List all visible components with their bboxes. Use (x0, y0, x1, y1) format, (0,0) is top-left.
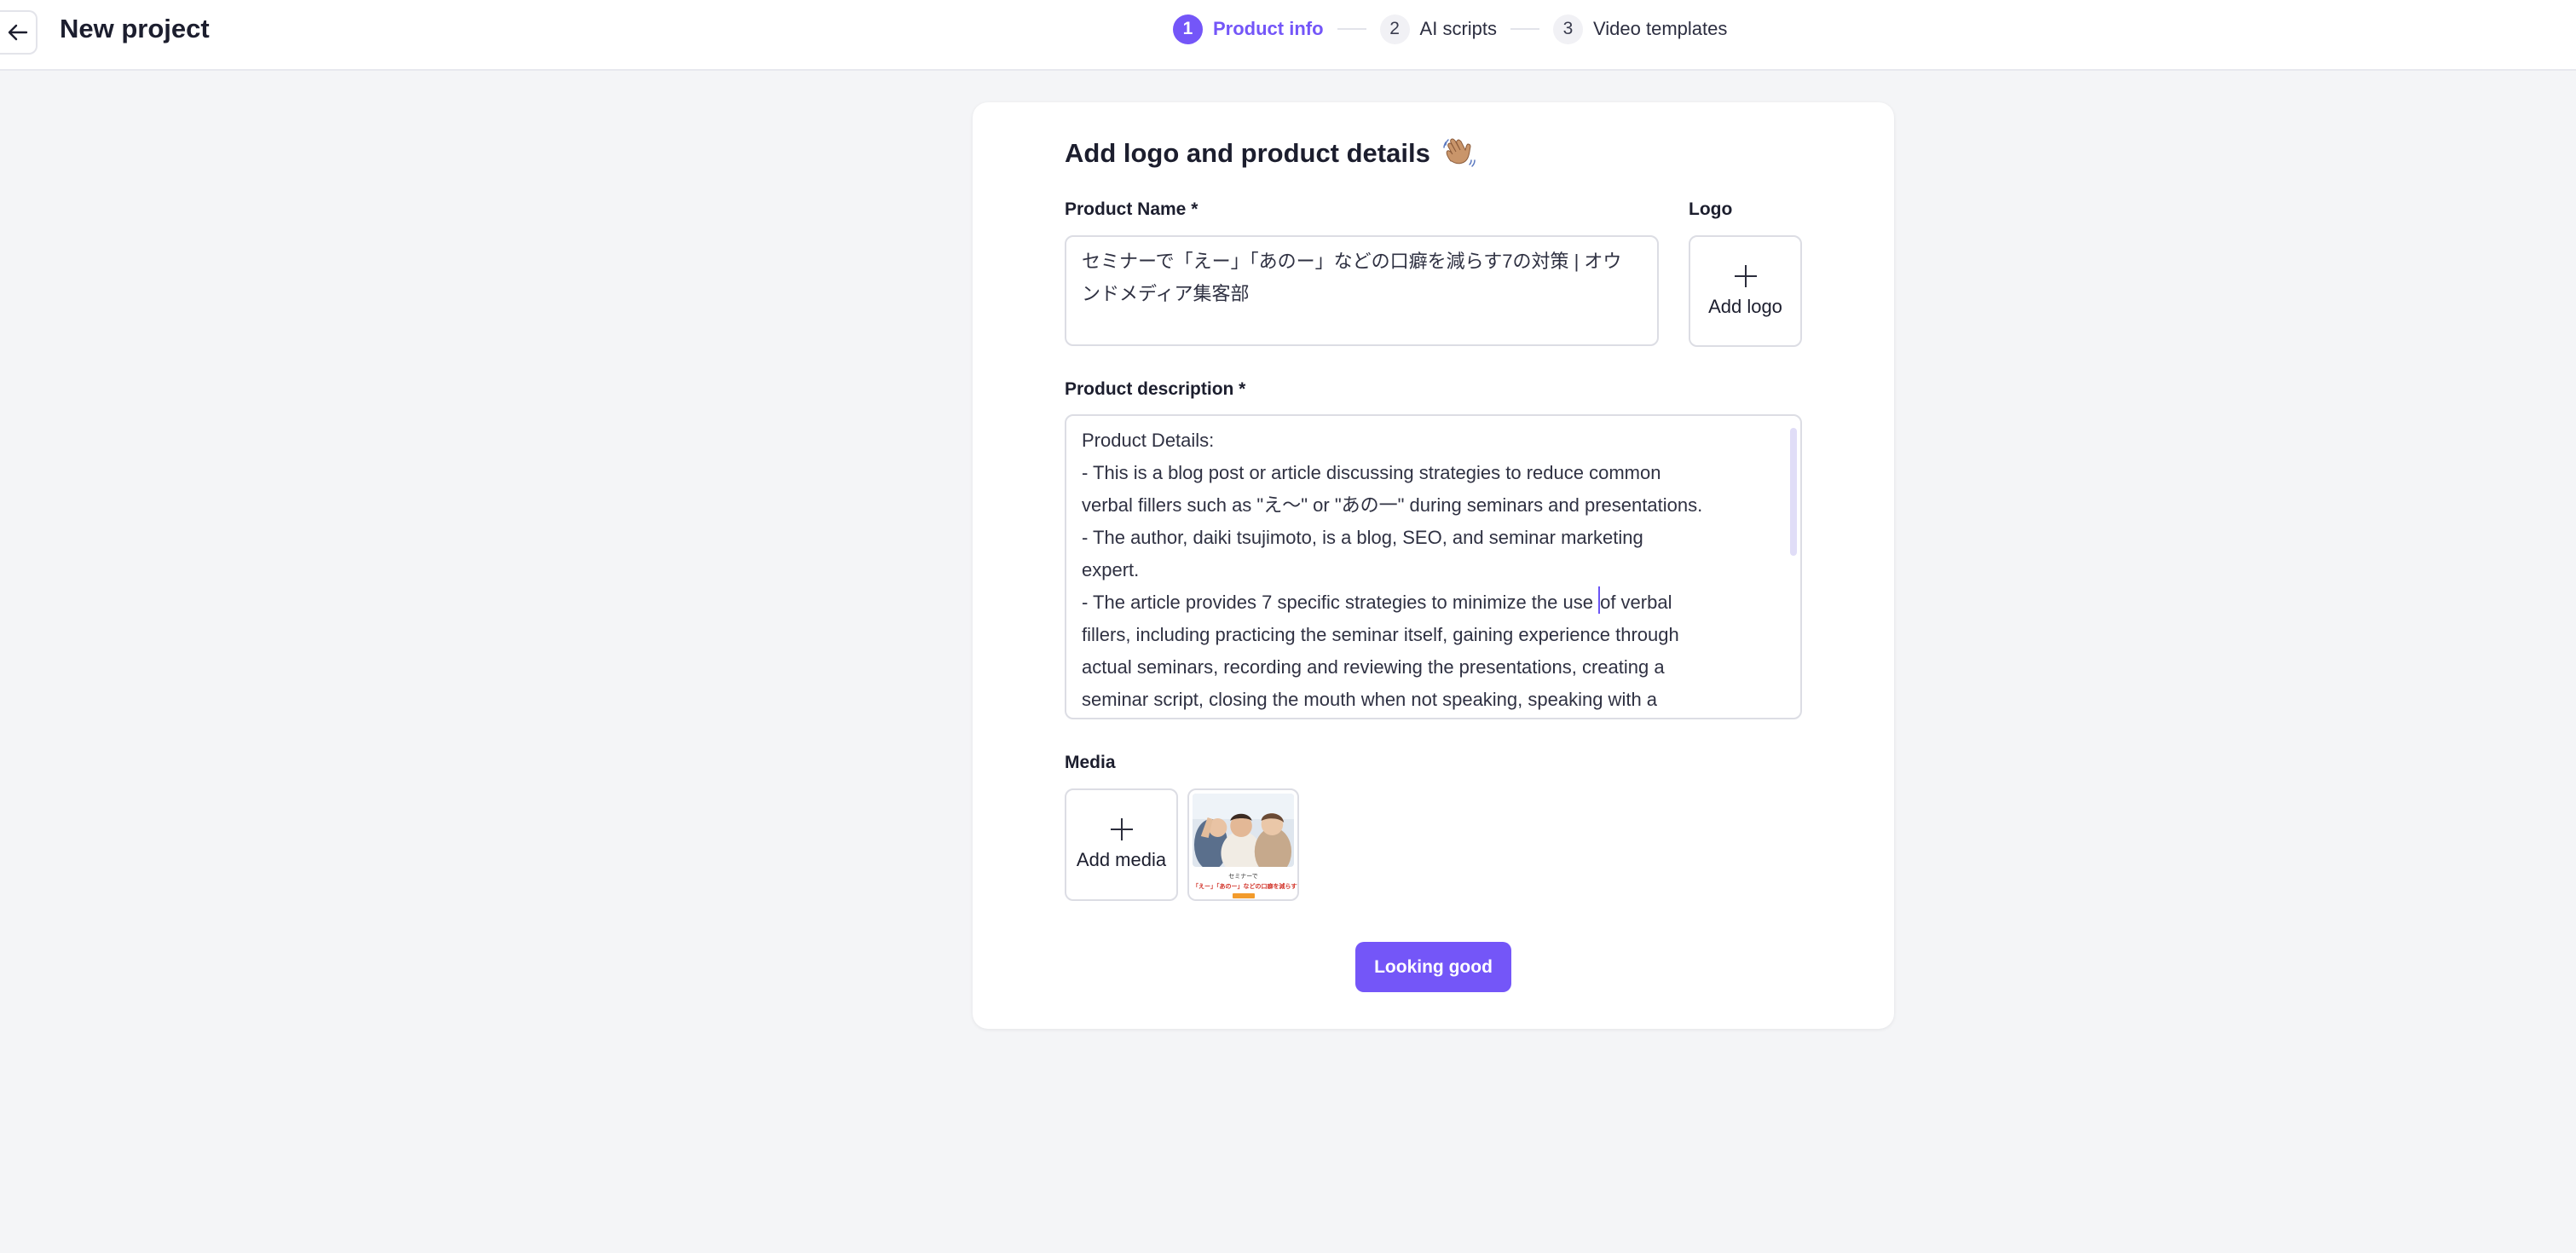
step-product-info[interactable]: 1 Product info (1173, 14, 1324, 44)
add-media-button[interactable]: Add media (1065, 788, 1178, 901)
page-title: New project (60, 14, 210, 43)
description-line: verbal fillers such as "え〜" or "あの一" dur… (1082, 494, 1703, 516)
step-label: Video templates (1593, 18, 1728, 39)
waving-hand-icon (1443, 138, 1476, 167)
caret-before-text: - The article provides 7 specific strate… (1082, 592, 1599, 613)
description-line: seminar script, closing the mouth when n… (1082, 689, 1658, 710)
thumbnail-caption: 「えー」「あのー」などの口癖を減らす7の対策 (1193, 884, 1299, 890)
logo-label: Logo (1689, 199, 1733, 219)
top-header: New project 1 Product info 2 AI scripts … (0, 0, 2576, 71)
add-logo-label: Add logo (1708, 295, 1782, 317)
step-ai-scripts[interactable]: 2 AI scripts (1379, 14, 1498, 44)
thumbnail-caption: セミナーで (1228, 874, 1258, 880)
add-logo-button[interactable]: Add logo (1689, 235, 1802, 347)
description-line: actual seminars, recording and reviewing… (1082, 656, 1665, 678)
product-name-line: セミナーで「えー」「あのー」などの口癖を減らす7の対策 | オウ (1082, 251, 1622, 272)
media-label: Media (1065, 753, 1116, 772)
back-button[interactable] (0, 10, 38, 55)
description-line: Product Details: (1082, 430, 1215, 451)
step-connector (1337, 28, 1366, 30)
product-name-line: ンドメディア集客部 (1082, 283, 1250, 304)
plus-icon (1734, 264, 1757, 287)
description-line: - The author, daiki tsujimoto, is a blog… (1082, 527, 1643, 548)
description-line-with-caret: - The article provides 7 specific strate… (1082, 586, 1775, 619)
seminar-photo-image (1193, 794, 1294, 875)
media-thumbnail[interactable]: セミナーで 「えー」「あのー」などの口癖を減らす7の対策 (1187, 788, 1299, 901)
product-name-input[interactable]: セミナーで「えー」「あのー」などの口癖を減らす7の対策 | オウ ンドメディア集… (1065, 235, 1659, 346)
thumbnail-orange-bar (1232, 893, 1255, 898)
plus-icon (1110, 818, 1133, 840)
form-heading: Add logo and product details (1065, 135, 1476, 172)
step-number: 3 (1553, 14, 1584, 44)
step-number: 2 (1379, 14, 1410, 44)
product-name-label: Product Name * (1065, 199, 1198, 219)
caret-after-text: of verbal (1600, 592, 1672, 613)
product-description-textarea[interactable]: Product Details: - This is a blog post o… (1065, 414, 1802, 719)
step-label: AI scripts (1419, 18, 1498, 39)
step-label: Product info (1213, 18, 1324, 39)
description-line: expert. (1082, 559, 1140, 580)
progress-stepper: 1 Product info 2 AI scripts 3 Video temp… (1173, 14, 1727, 44)
step-number: 1 (1173, 14, 1203, 44)
add-media-label: Add media (1076, 849, 1167, 870)
product-form-card: Add logo and product details Product Nam… (973, 102, 1894, 1029)
arrow-left-icon (8, 24, 28, 41)
description-line: fillers, including practicing the semina… (1082, 624, 1679, 645)
looking-good-button[interactable]: Looking good (1355, 942, 1511, 992)
step-connector (1510, 28, 1540, 30)
description-line: - This is a blog post or article discuss… (1082, 462, 1661, 483)
step-video-templates[interactable]: 3 Video templates (1553, 14, 1727, 44)
form-heading-text: Add logo and product details (1065, 138, 1430, 168)
product-description-label: Product description * (1065, 379, 1246, 399)
textarea-scrollbar[interactable] (1790, 428, 1797, 556)
